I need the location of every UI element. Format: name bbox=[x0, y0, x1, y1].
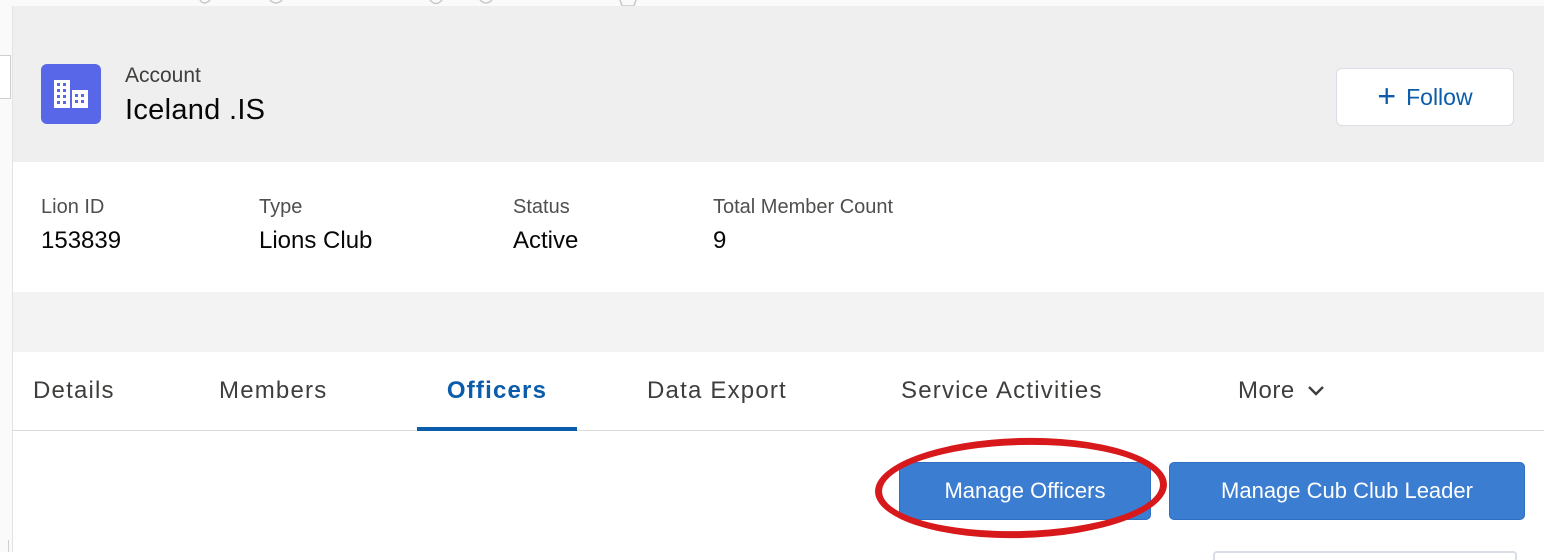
tab-details[interactable]: Details bbox=[33, 352, 115, 430]
account-building-icon bbox=[41, 64, 101, 124]
field-status: Status Active bbox=[513, 196, 578, 255]
field-lion-id: Lion ID 153839 bbox=[41, 196, 121, 255]
manage-cub-club-leader-button[interactable]: Manage Cub Club Leader bbox=[1169, 462, 1525, 520]
highlights-panel: Lion ID 153839 Type Lions Club Status Ac… bbox=[13, 162, 1544, 292]
tab-officers[interactable]: Officers bbox=[417, 352, 577, 431]
field-label: Type bbox=[259, 196, 303, 218]
follow-label: Follow bbox=[1406, 83, 1473, 110]
field-label: Total Member Count bbox=[713, 196, 894, 218]
chevron-down-icon bbox=[1307, 386, 1324, 396]
record-header: Account Iceland .IS + Follow bbox=[13, 6, 1544, 162]
field-label: Lion ID bbox=[41, 196, 105, 218]
adjacent-panel-edge-bottom bbox=[0, 540, 9, 552]
tab-bar: Details Members Officers Data Export Ser… bbox=[13, 352, 1544, 431]
record-card: Account Iceland .IS + Follow Lion ID 153… bbox=[12, 6, 1544, 560]
field-total-member-count: Total Member Count 9 bbox=[713, 196, 893, 255]
field-value: 9 bbox=[713, 227, 727, 254]
adjacent-panel-edge bbox=[0, 55, 11, 99]
tab-service-activities[interactable]: Service Activities bbox=[901, 352, 1103, 430]
field-label: Status bbox=[513, 196, 570, 218]
tab-members[interactable]: Members bbox=[219, 352, 327, 430]
record-title: Iceland .IS bbox=[125, 94, 266, 126]
tab-more-label: More bbox=[1238, 377, 1295, 404]
object-type-label: Account bbox=[125, 64, 201, 87]
plus-icon: + bbox=[1377, 77, 1397, 114]
tab-more[interactable]: More bbox=[1238, 352, 1325, 430]
follow-button[interactable]: + Follow bbox=[1336, 68, 1514, 126]
field-type: Type Lions Club bbox=[259, 196, 372, 255]
tab-data-export[interactable]: Data Export bbox=[647, 352, 787, 430]
field-value: 153839 bbox=[41, 227, 122, 254]
field-value: Lions Club bbox=[259, 227, 373, 254]
cropped-element-bottom bbox=[1213, 551, 1517, 560]
section-spacer bbox=[13, 292, 1544, 352]
manage-officers-button[interactable]: Manage Officers bbox=[899, 462, 1151, 520]
field-value: Active bbox=[513, 227, 579, 254]
